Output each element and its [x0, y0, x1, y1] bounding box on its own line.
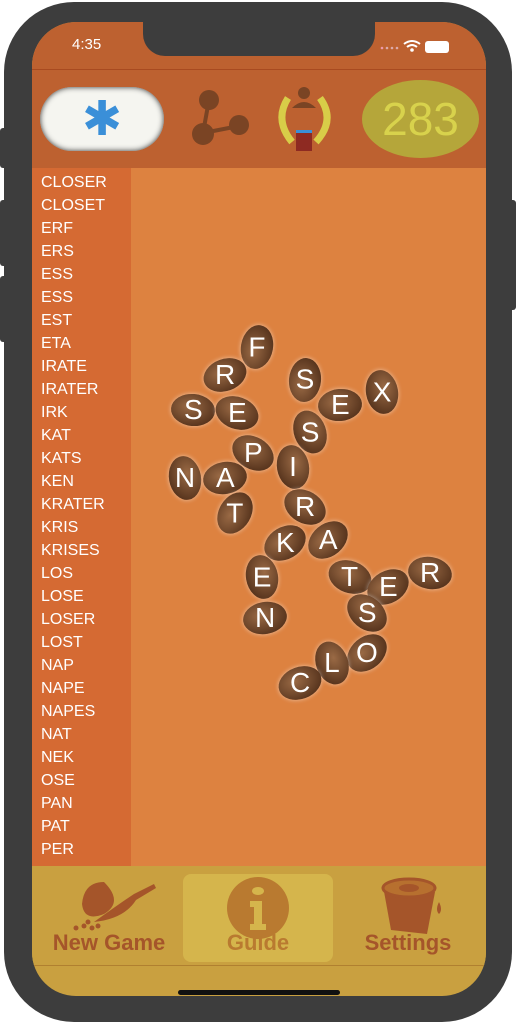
bean-letter: A — [215, 462, 235, 493]
volume-up-button — [0, 200, 8, 266]
word-list-item[interactable]: ESS — [32, 263, 131, 286]
bean-letter: S — [183, 394, 203, 425]
status-time: 4:35 — [72, 36, 102, 53]
volume-down-button — [0, 276, 8, 342]
game-board[interactable]: FRSESEXSPINATRKAETERNSOLC — [131, 168, 486, 866]
word-list-item[interactable]: ERF — [32, 217, 131, 240]
letter-bean[interactable]: N — [240, 598, 290, 638]
word-list-item[interactable]: PER — [32, 838, 131, 861]
tab-bar: New Game Guide Settings — [32, 866, 486, 966]
bean-letter: E — [252, 561, 272, 592]
scoop-icon — [73, 882, 156, 931]
bean-letter: L — [324, 646, 340, 678]
bean-letter: C — [289, 667, 311, 699]
letter-bean[interactable]: S — [169, 392, 217, 428]
tab-settings[interactable]: Settings — [333, 874, 483, 962]
mute-switch — [0, 128, 8, 168]
word-list-item[interactable]: KRIS — [32, 516, 131, 539]
letter-bean[interactable]: R — [405, 553, 455, 593]
word-list-item[interactable]: LOS — [32, 562, 131, 585]
bean-letter: R — [419, 556, 441, 588]
bean-letter: E — [227, 397, 247, 428]
word-list-item[interactable]: ESS — [32, 286, 131, 309]
word-list-item[interactable]: LOST — [32, 631, 131, 654]
word-list-item[interactable]: KRATER — [32, 493, 131, 516]
word-list-item[interactable]: LOSER — [32, 608, 131, 631]
tab-new-game[interactable]: New Game — [34, 874, 184, 962]
home-indicator[interactable] — [178, 990, 340, 995]
bean-letter: X — [372, 376, 392, 407]
letter-bean[interactable]: E — [210, 390, 264, 436]
letter-bean[interactable]: E — [316, 387, 364, 423]
word-list-item[interactable]: NEK — [32, 746, 131, 769]
share-icon[interactable] — [187, 88, 257, 154]
power-button — [508, 200, 516, 310]
word-list-item[interactable]: LOSE — [32, 585, 131, 608]
screen: 4:35 ✱ 283 CLOSER CLOSET ERF ERS ESS ESS EST ET… — [32, 22, 486, 996]
bean-letter: S — [295, 364, 315, 395]
word-list-item[interactable]: KATS — [32, 447, 131, 470]
wifi-battery-icons — [380, 40, 449, 53]
bean-letter: E — [378, 571, 398, 602]
header-toolbar: ✱ 283 — [32, 70, 486, 168]
bean-letter: P — [243, 437, 263, 468]
word-list-item[interactable]: NAT — [32, 723, 131, 746]
status-bar: 4:35 — [32, 22, 486, 70]
letter-bean[interactable]: S — [287, 356, 323, 404]
word-list-item[interactable]: CLOSET — [32, 194, 131, 217]
letter-bean[interactable]: X — [362, 367, 402, 417]
word-list-item[interactable]: CLOSER — [32, 171, 131, 194]
bean-letter: F — [248, 331, 266, 363]
bean-letter: O — [356, 637, 378, 668]
word-list-item[interactable]: ETA — [32, 332, 131, 355]
letter-bean[interactable]: N — [165, 453, 205, 503]
coffee-cup-icon — [381, 877, 441, 934]
word-list-item[interactable]: ERS — [32, 240, 131, 263]
word-list-item[interactable]: KAT — [32, 424, 131, 447]
hint-button[interactable]: ✱ — [40, 87, 164, 151]
word-list-item[interactable]: IRATE — [32, 355, 131, 378]
notch — [143, 22, 375, 56]
word-list-item[interactable]: PAT — [32, 815, 131, 838]
bean-letter: E — [330, 389, 350, 420]
bean-letter: A — [318, 524, 338, 555]
bean-letter: I — [289, 451, 297, 482]
bean-letter: T — [341, 560, 359, 592]
asterisk-icon: ✱ — [81, 91, 123, 147]
bean-letter: K — [275, 527, 295, 558]
word-list-item[interactable]: IRK — [32, 401, 131, 424]
score-badge: 283 — [362, 80, 479, 158]
word-list-item[interactable]: NAPE — [32, 677, 131, 700]
word-list-item[interactable]: PAN — [32, 792, 131, 815]
word-list-item[interactable]: NAPES — [32, 700, 131, 723]
word-list-item[interactable]: KRISES — [32, 539, 131, 562]
word-list-item[interactable]: NAP — [32, 654, 131, 677]
word-list-item[interactable]: EST — [32, 309, 131, 332]
bean-letter: N — [174, 461, 196, 493]
tab-label: New Game — [52, 930, 166, 955]
word-list-item[interactable]: KEN — [32, 470, 131, 493]
found-words-list[interactable]: CLOSER CLOSET ERF ERS ESS ESS EST ETA IRATE IRATE… — [32, 168, 131, 866]
bean-letter: R — [214, 359, 236, 391]
word-list-item[interactable]: OSE — [32, 769, 131, 792]
player-icon[interactable] — [274, 84, 340, 154]
tab-guide[interactable]: Guide — [183, 874, 333, 962]
tab-label: Guide — [226, 930, 290, 955]
bean-letter: R — [294, 490, 316, 522]
bean-letter: T — [226, 497, 244, 529]
tab-label: Settings — [364, 930, 452, 955]
bean-letter: S — [300, 416, 320, 447]
bean-letter: N — [254, 602, 276, 634]
bean-letter: S — [357, 597, 377, 628]
word-list-item[interactable]: IRATER — [32, 378, 131, 401]
